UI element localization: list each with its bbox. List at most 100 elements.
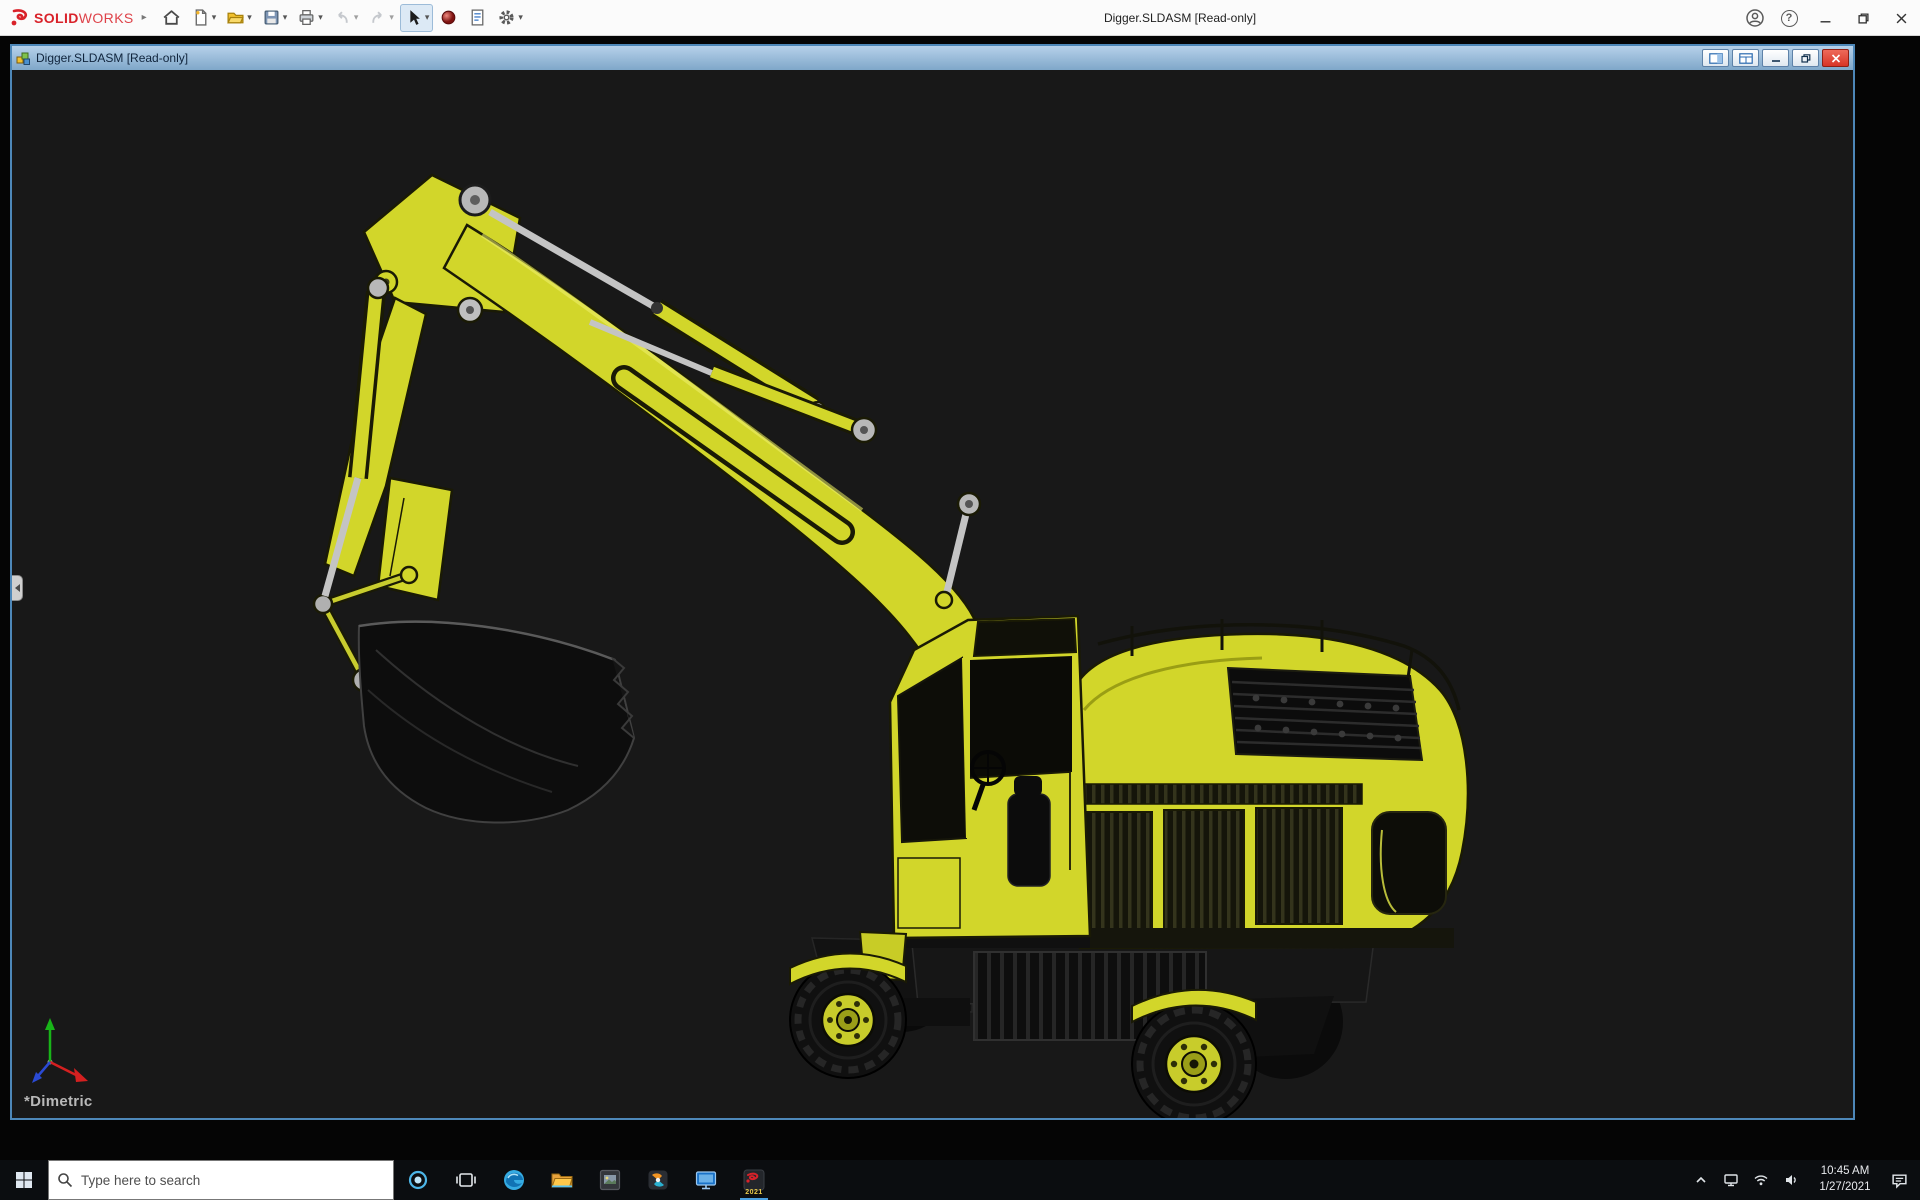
save-caret[interactable]: ▾ [283, 12, 288, 23]
document-window: Digger.SLDASM [Read-only] [10, 44, 1855, 1120]
help-icon: ? [1781, 10, 1798, 27]
redo-button[interactable]: ▾ [364, 4, 398, 32]
app-document-title: Digger.SLDASM [Read-only] [1104, 0, 1256, 36]
boom-assembly[interactable] [314, 175, 987, 691]
cab[interactable] [860, 616, 1090, 980]
brand-text: SOLIDWORKS [34, 10, 134, 26]
titlebar-right-controls: ? [1738, 0, 1920, 36]
display-pane-button[interactable] [1702, 49, 1729, 67]
close-icon [1896, 13, 1907, 24]
print-button[interactable]: ▾ [293, 4, 327, 32]
solidworks-logo-icon [10, 8, 30, 28]
photos-app-button[interactable] [586, 1160, 634, 1200]
open-button[interactable]: ▾ [222, 4, 256, 32]
save-icon [262, 8, 281, 27]
network-button[interactable] [1746, 1160, 1776, 1200]
doc-close-icon [1831, 54, 1841, 63]
print-caret[interactable]: ▾ [318, 12, 323, 23]
engine-body[interactable] [1074, 619, 1468, 948]
brand-solid: SOLID [34, 10, 79, 26]
doc-restore-button[interactable] [1792, 49, 1819, 67]
doc-minimize-button[interactable] [1762, 49, 1789, 67]
volume-button[interactable] [1776, 1160, 1806, 1200]
minimize-icon [1820, 13, 1831, 24]
document-titlebar[interactable]: Digger.SLDASM [Read-only] [12, 46, 1853, 70]
viewer-app-button[interactable] [634, 1160, 682, 1200]
solidworks-2021-button[interactable]: 2021 [730, 1160, 778, 1200]
clock-date: 1/27/2021 [1810, 1180, 1880, 1196]
wifi-icon [1753, 1172, 1769, 1188]
doc-minimize-icon [1771, 54, 1781, 63]
excavator-model[interactable] [314, 175, 1468, 1118]
open-caret[interactable]: ▾ [247, 12, 252, 23]
app-minimize-button[interactable] [1806, 0, 1844, 36]
restore-icon [1858, 13, 1869, 24]
viewport-canvas[interactable] [12, 70, 1853, 1118]
edge-button[interactable] [490, 1160, 538, 1200]
viewer-app-icon [646, 1168, 670, 1192]
tray-monitor-button[interactable] [1716, 1160, 1746, 1200]
file-properties-button[interactable] [464, 4, 491, 32]
graphics-viewport[interactable]: *Dimetric [12, 70, 1853, 1118]
collapse-arrow-icon [15, 584, 20, 592]
roof-glass [974, 619, 1076, 656]
chevron-up-icon [1693, 1172, 1709, 1188]
brand-works: WORKS [79, 10, 134, 26]
redo-caret[interactable]: ▾ [389, 12, 394, 23]
select-tool-caret[interactable]: ▾ [425, 12, 430, 23]
new-document-caret[interactable]: ▾ [212, 12, 217, 23]
options-gear-icon [497, 8, 516, 27]
select-arrow-icon [404, 8, 423, 27]
search-input[interactable] [81, 1173, 385, 1188]
file-explorer-button[interactable] [538, 1160, 586, 1200]
solidworks-version-badge: 2021 [730, 1189, 778, 1196]
taskbar-search[interactable] [48, 1160, 394, 1200]
document-title: Digger.SLDASM [Read-only] [36, 51, 188, 65]
cortana-button[interactable] [394, 1160, 442, 1200]
solidworks-logo: SOLIDWORKS [0, 8, 140, 28]
save-button[interactable]: ▾ [258, 4, 292, 32]
action-center-icon [1891, 1172, 1908, 1189]
file-explorer-icon [550, 1168, 574, 1192]
front-right-wheel[interactable] [1132, 1002, 1256, 1118]
taskbar-clock[interactable]: 10:45 AM 1/27/2021 [1806, 1164, 1884, 1195]
options-caret[interactable]: ▾ [518, 12, 523, 23]
menu-expand-arrow[interactable]: ▸ [142, 12, 147, 23]
account-button[interactable] [1738, 0, 1772, 36]
app-restore-button[interactable] [1844, 0, 1882, 36]
undo-caret[interactable]: ▾ [354, 12, 359, 23]
speaker-icon [1783, 1172, 1799, 1188]
feature-pane-flyout-tab[interactable] [12, 575, 23, 601]
new-document-button[interactable]: ▾ [187, 4, 221, 32]
task-view-button[interactable] [442, 1160, 490, 1200]
open-folder-icon [226, 8, 245, 27]
edge-icon [502, 1168, 526, 1192]
bucket[interactable] [359, 622, 634, 823]
view-orientation-label: *Dimetric [24, 1093, 93, 1110]
home-button[interactable] [158, 4, 185, 32]
redo-icon [368, 8, 387, 27]
action-center-button[interactable] [1884, 1160, 1914, 1200]
seat [1008, 794, 1050, 886]
tray-overflow-button[interactable] [1686, 1160, 1716, 1200]
home-icon [162, 8, 181, 27]
monitor-app-button[interactable] [682, 1160, 730, 1200]
help-button[interactable]: ? [1772, 0, 1806, 36]
start-button[interactable] [0, 1160, 48, 1200]
select-tool-button[interactable]: ▾ [400, 4, 434, 32]
front-left-wheel[interactable] [790, 962, 906, 1078]
photos-app-icon [598, 1168, 622, 1192]
orientation-triad [32, 1018, 88, 1083]
task-pane-button[interactable] [1732, 49, 1759, 67]
doc-restore-icon [1801, 54, 1811, 63]
undo-button[interactable]: ▾ [329, 4, 363, 32]
rebuild-button[interactable] [435, 4, 462, 32]
app-close-button[interactable] [1882, 0, 1920, 36]
standard-toolbar: ▾ ▾ ▾ [157, 0, 528, 36]
rebuild-icon [439, 8, 458, 27]
solidworks-titlebar: SOLIDWORKS ▸ ▾ [0, 0, 1920, 36]
desktop: SOLIDWORKS ▸ ▾ [0, 0, 1920, 1200]
new-document-icon [191, 8, 210, 27]
doc-close-button[interactable] [1822, 49, 1849, 67]
options-button[interactable]: ▾ [493, 4, 527, 32]
